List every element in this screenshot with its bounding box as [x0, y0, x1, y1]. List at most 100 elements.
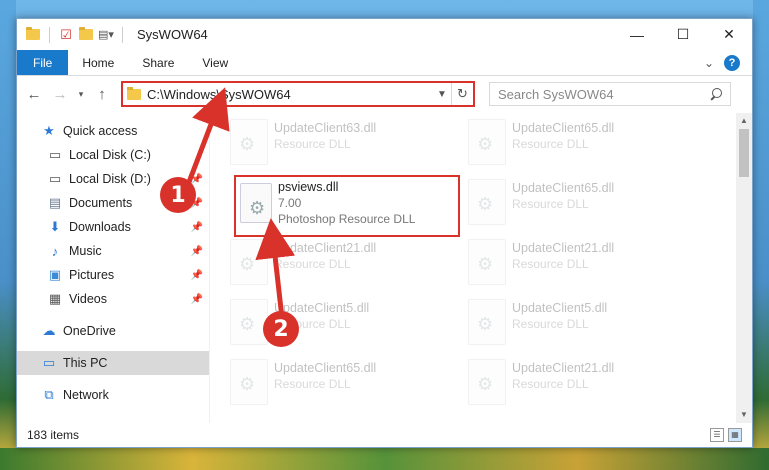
details-view-icon[interactable]: ☰ [710, 428, 724, 442]
pin-icon[interactable]: 📌 [191, 270, 203, 281]
minimize-button[interactable]: — [614, 19, 660, 50]
dll-file-icon [468, 179, 506, 225]
pin-icon[interactable]: 📌 [191, 246, 203, 257]
file-item[interactable]: UpdateClient5.dll Resource DLL [468, 295, 688, 353]
expand-ribbon-icon[interactable]: ⌄ [704, 56, 714, 70]
close-button[interactable]: ✕ [706, 19, 752, 50]
nav-label: Quick access [63, 124, 138, 138]
tab-share[interactable]: Share [128, 50, 188, 75]
help-icon[interactable]: ? [724, 54, 740, 71]
file-item[interactable]: UpdateClient65.dll Resource DLL [230, 355, 450, 413]
dll-file-icon [468, 359, 506, 405]
back-button[interactable]: ← [23, 82, 45, 106]
vertical-scrollbar[interactable]: ▲ ▼ [736, 113, 752, 423]
file-name: UpdateClient65.dll [274, 361, 377, 375]
customize-toolbar-icon[interactable]: ▤▾ [98, 27, 114, 43]
chevron-down-icon[interactable]: ▼ [433, 89, 451, 100]
videos-icon: ▦ [48, 291, 62, 306]
file-type: Resource DLL [512, 317, 589, 331]
tab-view[interactable]: View [188, 50, 242, 75]
network-icon: ⧉ [44, 387, 54, 402]
downloads-icon: ⬇ [49, 219, 61, 234]
nav-item-videos[interactable]: ▦ Videos 📌 [17, 287, 209, 311]
documents-icon: ▤ [48, 195, 62, 210]
file-item[interactable]: UpdateClient21.dll Resource DLL [468, 235, 688, 293]
nav-item-downloads[interactable]: ⬇ Downloads 📌 [17, 215, 209, 239]
nav-onedrive[interactable]: ☁ OneDrive [17, 319, 209, 343]
file-name: UpdateClient21.dll [274, 241, 377, 255]
computer-icon: ▭ [42, 355, 56, 370]
file-item[interactable]: UpdateClient65.dll Resource DLL [468, 115, 688, 173]
file-version: 7.00 [278, 196, 302, 210]
dll-file-icon [240, 183, 272, 223]
file-item[interactable]: UpdateClient21.dll Resource DLL [468, 355, 688, 413]
file-item-psviews[interactable]: psviews.dll 7.00 Photoshop Resource DLL [234, 175, 460, 237]
ribbon-tabs: File Home Share View ⌄ ? [17, 50, 752, 76]
file-type: Resource DLL [512, 137, 589, 151]
scroll-thumb[interactable] [739, 129, 749, 177]
file-item[interactable]: UpdateClient21.dll Resource DLL [230, 235, 450, 293]
dll-file-icon [230, 119, 268, 165]
nav-label: Network [63, 388, 109, 402]
desktop-background-right [753, 0, 769, 470]
file-type: Resource DLL [512, 377, 589, 391]
nav-label: Documents [69, 196, 133, 210]
nav-item-pictures[interactable]: ▣ Pictures 📌 [17, 263, 209, 287]
nav-quick-access[interactable]: ★ Quick access [17, 119, 209, 143]
properties-icon[interactable]: ☑ [58, 27, 74, 43]
desktop-background-bottom [0, 448, 769, 470]
star-icon: ★ [43, 123, 55, 138]
step-marker-1: 1 [160, 177, 196, 213]
file-type: Photoshop Resource DLL [278, 212, 416, 226]
forward-button[interactable]: → [49, 82, 71, 106]
nav-item-music[interactable]: ♪ Music 📌 [17, 239, 209, 263]
tab-home[interactable]: Home [68, 50, 128, 75]
recent-locations-icon[interactable]: ▾ [75, 82, 87, 106]
file-type: Resource DLL [512, 257, 589, 271]
tab-file[interactable]: File [17, 50, 69, 75]
pin-icon[interactable]: 📌 [191, 294, 203, 305]
step-marker-2: 2 [263, 311, 299, 347]
file-item[interactable]: UpdateClient65.dll Resource DLL [468, 175, 688, 233]
status-bar: 183 items ☰ ▦ [17, 423, 752, 447]
tiles-view-icon[interactable]: ▦ [728, 428, 742, 442]
new-folder-icon[interactable] [78, 27, 94, 43]
cloud-icon: ☁ [42, 323, 56, 338]
file-type: Resource DLL [512, 197, 589, 211]
search-placeholder[interactable]: Search SysWOW64 [498, 87, 710, 102]
file-name: UpdateClient65.dll [512, 121, 615, 135]
music-icon: ♪ [51, 243, 59, 259]
file-list: UpdateClient63.dll Resource DLL UpdateCli… [210, 113, 752, 423]
address-path[interactable]: C:\Windows\SysWOW64 [147, 87, 433, 102]
file-type: Resource DLL [274, 137, 351, 151]
nav-network[interactable]: ⧉ Network [17, 383, 209, 407]
dll-file-icon [468, 119, 506, 165]
nav-this-pc[interactable]: ▭ This PC [17, 351, 209, 375]
file-name: UpdateClient5.dll [512, 301, 608, 315]
file-name: UpdateClient21.dll [512, 241, 615, 255]
pin-icon[interactable]: 📌 [191, 222, 203, 233]
quick-access-toolbar: ☑ ▤▾ [17, 26, 127, 43]
up-button[interactable]: ↑ [91, 82, 113, 106]
nav-label: Music [69, 244, 102, 258]
file-type: Resource DLL [274, 257, 351, 271]
nav-label: This PC [63, 356, 108, 370]
drive-icon: ▭ [48, 147, 62, 162]
pin-icon[interactable]: 📌 [191, 174, 203, 185]
maximize-button[interactable]: ☐ [660, 19, 706, 50]
address-bar[interactable]: C:\Windows\SysWOW64 ▼ ↻ [121, 81, 475, 107]
search-icon[interactable] [710, 88, 722, 100]
nav-item-local-disk-c[interactable]: ▭ Local Disk (C:) [17, 143, 209, 167]
dll-file-icon [230, 359, 268, 405]
scroll-up-icon[interactable]: ▲ [736, 113, 752, 129]
file-name: UpdateClient63.dll [274, 121, 377, 135]
ribbon-right-controls: ⌄ ? [704, 50, 752, 75]
search-input[interactable]: Search SysWOW64 [489, 82, 731, 106]
nav-label: Pictures [69, 268, 115, 282]
file-item[interactable]: UpdateClient63.dll Resource DLL [230, 115, 450, 173]
scroll-down-icon[interactable]: ▼ [736, 407, 752, 423]
refresh-button[interactable]: ↻ [451, 83, 473, 105]
toolbar-divider [49, 26, 50, 43]
desktop-background-left [0, 0, 16, 470]
dll-file-icon [230, 299, 268, 345]
